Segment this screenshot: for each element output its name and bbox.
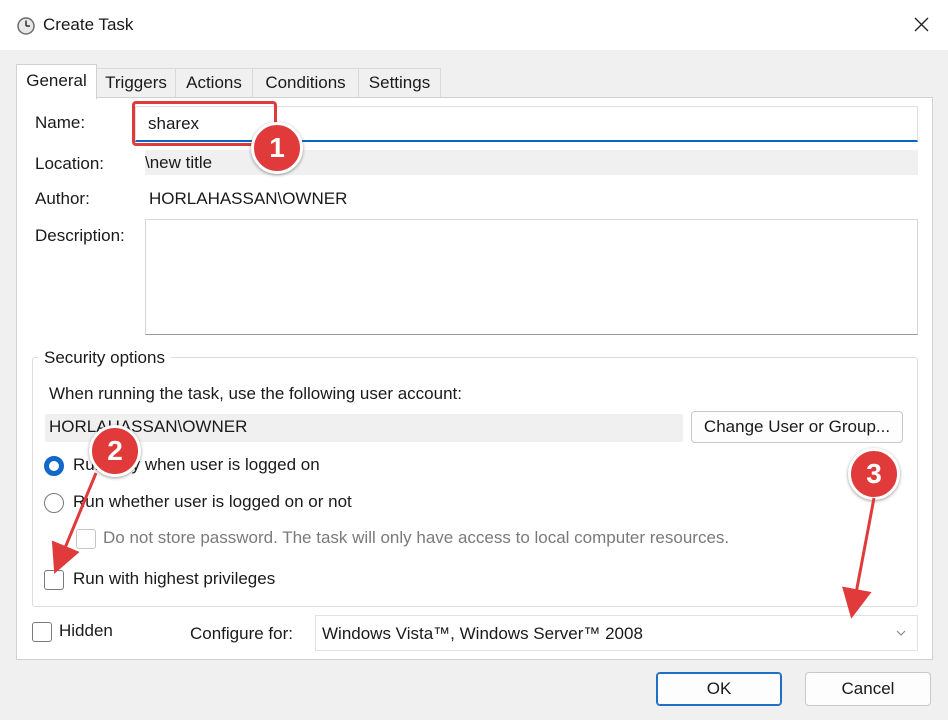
- description-input[interactable]: [145, 219, 918, 335]
- no-store-password-label: Do not store password. The task will onl…: [103, 528, 730, 547]
- change-user-button[interactable]: Change User or Group...: [691, 411, 903, 443]
- chevron-down-icon: [896, 630, 906, 636]
- highest-privileges-checkbox[interactable]: [44, 570, 64, 590]
- ok-button[interactable]: OK: [656, 672, 782, 706]
- author-label: Author:: [35, 189, 90, 208]
- configure-for-select[interactable]: Windows Vista™, Windows Server™ 2008: [315, 615, 918, 651]
- location-value: \new title: [145, 153, 213, 172]
- tab-conditions[interactable]: Conditions: [252, 68, 359, 98]
- radio-whether-logged-on-label[interactable]: Run whether user is logged on or not: [73, 492, 352, 512]
- tab-actions[interactable]: Actions: [175, 68, 253, 98]
- cancel-button[interactable]: Cancel: [805, 672, 931, 706]
- window-title: Create Task: [43, 15, 134, 34]
- close-button[interactable]: [898, 6, 944, 44]
- close-icon: [914, 17, 929, 32]
- tab-settings[interactable]: Settings: [358, 68, 441, 98]
- no-store-password-checkbox[interactable]: [76, 529, 96, 549]
- annotation-badge-2: 2: [89, 425, 141, 477]
- name-label: Name:: [35, 113, 86, 132]
- radio-logged-on[interactable]: [44, 456, 64, 476]
- location-label: Location:: [35, 154, 104, 173]
- user-account-value: HORLAHASSAN\OWNER: [49, 417, 248, 436]
- highest-privileges-label[interactable]: Run with highest privileges: [73, 569, 275, 589]
- hidden-label[interactable]: Hidden: [59, 621, 113, 641]
- tab-triggers[interactable]: Triggers: [96, 68, 176, 98]
- account-prompt: When running the task, use the following…: [49, 384, 462, 403]
- security-options-title: Security options: [38, 348, 171, 368]
- description-label: Description:: [35, 226, 125, 245]
- hidden-checkbox[interactable]: [32, 622, 52, 642]
- annotation-badge-3: 3: [848, 448, 900, 500]
- configure-for-label: Configure for:: [190, 624, 293, 643]
- configure-for-value: Windows Vista™, Windows Server™ 2008: [322, 624, 643, 643]
- title-bar: Create Task: [0, 0, 948, 50]
- radio-whether-logged-on[interactable]: [44, 493, 64, 513]
- tab-general[interactable]: General: [16, 64, 97, 99]
- clock-icon: [16, 16, 36, 36]
- annotation-badge-1: 1: [251, 122, 303, 174]
- author-value: HORLAHASSAN\OWNER: [149, 189, 348, 208]
